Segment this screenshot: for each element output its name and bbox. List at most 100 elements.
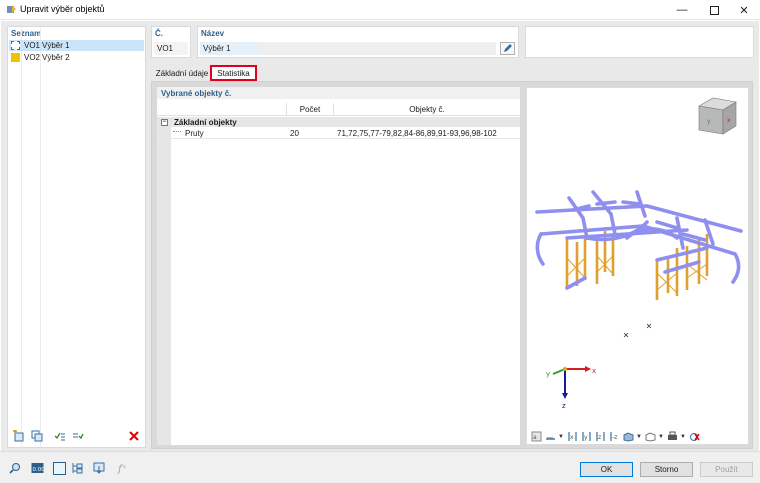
iso-view-dropdown[interactable]: ▼ (636, 431, 642, 443)
grid-caption: Vybrané objekty č. (157, 87, 520, 99)
delete-icon (129, 431, 139, 441)
view-z-icon: z (595, 432, 605, 441)
collapse-icon[interactable]: − (161, 118, 168, 126)
color-swatch (11, 53, 20, 62)
uncheck-all-button[interactable] (71, 429, 85, 443)
new-selection-button[interactable] (11, 429, 25, 443)
model-view[interactable]: y x x y z a ▼ x y z -z ▼ ▼ ▼ (526, 87, 749, 445)
edit-icon (504, 44, 512, 52)
wireframe-button[interactable] (644, 431, 656, 443)
table-row[interactable]: Pruty 20 71,72,75,77-79,82,84-86,89,91-9… (157, 128, 520, 138)
tab-statistics[interactable]: Statistika (210, 65, 257, 81)
svg-text:a: a (533, 434, 537, 441)
close-button[interactable]: ✕ (729, 0, 759, 20)
check-all-button[interactable] (53, 429, 67, 443)
list-toolbar (8, 425, 145, 447)
uncheck-list-icon (73, 433, 84, 440)
svg-text:x: x (570, 434, 574, 441)
view-x-button[interactable]: x (566, 431, 578, 443)
list-caption: Seznam (11, 29, 42, 38)
wireframe-dropdown[interactable]: ▼ (658, 431, 664, 443)
color-swatch (11, 41, 20, 50)
minimize-button[interactable]: — (667, 0, 697, 20)
row-count: 20 (290, 128, 299, 138)
comment-box[interactable] (525, 26, 754, 58)
view-cube-icon: y x (698, 97, 737, 135)
view-minus-z-icon: -z (609, 432, 617, 441)
ruler-icon (545, 437, 555, 440)
tree-icon (72, 463, 83, 474)
selection-list-panel: Seznam VO1 Výběr 1 VO2 Výběr 2 (7, 26, 146, 448)
delete-button[interactable] (127, 429, 141, 443)
view-z-button[interactable]: z (594, 431, 606, 443)
list-item[interactable]: VO2 Výběr 2 (9, 52, 144, 63)
render-icon: a (531, 431, 541, 442)
name-field[interactable]: Výběr 1 (200, 42, 496, 55)
cube-icon (645, 432, 655, 442)
row-objects: 71,72,75,77-79,82,84-86,89,91-93,96,98-1… (337, 128, 497, 138)
maximize-icon (709, 5, 719, 15)
cancel-button[interactable]: Storno (640, 462, 693, 477)
units-button[interactable]: 0.00 (30, 461, 44, 475)
check-list-icon (54, 432, 65, 441)
view-y-button[interactable]: y (580, 431, 592, 443)
apply-button[interactable]: Použít (700, 462, 753, 477)
print-dropdown[interactable]: ▼ (680, 431, 686, 443)
render-options-button[interactable]: a (530, 431, 542, 443)
bottom-bar: 0.00 fx OK Storno Použít (0, 451, 760, 483)
number-field[interactable]: VO1 (154, 42, 188, 55)
view-x-icon: x (567, 432, 577, 441)
view-minus-z-button[interactable]: -z (608, 431, 620, 443)
model-graphic: y x x y z (535, 97, 743, 410)
row-label-cell: Pruty (157, 129, 287, 138)
isometric-view-button[interactable] (622, 431, 634, 443)
view-toolbar: a ▼ x y z -z ▼ ▼ ▼ (530, 429, 747, 444)
minimize-icon: — (676, 4, 688, 16)
close-icon: ✕ (739, 4, 749, 17)
number-label: Č. (155, 29, 163, 38)
view-y-icon: y (581, 432, 591, 441)
color-button[interactable] (52, 461, 66, 475)
row-label: Pruty (185, 128, 204, 138)
tree-band (157, 127, 171, 445)
search-icon (9, 463, 20, 474)
statistics-panel: Vybrané objekty č. Počet Objekty č. − Zá… (151, 81, 753, 449)
svg-text:x: x (123, 464, 126, 470)
maximize-button[interactable] (699, 0, 729, 20)
print-button[interactable] (666, 431, 678, 443)
import-button[interactable] (92, 461, 106, 475)
svg-text:0.00: 0.00 (32, 467, 44, 473)
dialog-client: Seznam VO1 Výběr 1 VO2 Výběr 2 Č. VO1 Ná… (1, 21, 759, 451)
list-item-number: VO2 (24, 53, 41, 62)
statistics-grid: Vybrané objekty č. Počet Objekty č. − Zá… (157, 87, 520, 445)
edit-name-button[interactable] (500, 42, 515, 55)
name-group: Název Výběr 1 (197, 26, 519, 58)
svg-text:z: z (598, 434, 601, 441)
reset-icon (689, 433, 700, 441)
units-icon: 0.00 (31, 463, 44, 473)
group-row: − Základní objekty (157, 117, 520, 127)
iso-view-icon (623, 432, 633, 442)
svg-text:-z: -z (612, 434, 617, 441)
copy-selection-button[interactable] (30, 429, 44, 443)
copy-icon (31, 430, 43, 442)
svg-text:y: y (584, 434, 588, 441)
axis-y-label: y (546, 370, 550, 378)
tab-basic-data[interactable]: Základní údaje (153, 65, 211, 81)
list-item[interactable]: VO1 Výběr 1 (9, 40, 144, 51)
objects-button[interactable] (70, 461, 84, 475)
display-mode-dropdown[interactable]: ▼ (558, 431, 564, 443)
svg-text:y: y (707, 118, 711, 125)
window-title: Upravit výběr objektů (20, 4, 105, 14)
reset-view-button[interactable] (688, 431, 700, 443)
search-button[interactable] (8, 461, 22, 475)
number-group: Č. VO1 (151, 26, 191, 58)
axis-x-label: x (592, 367, 596, 375)
display-mode-button[interactable] (544, 431, 556, 443)
column-header (157, 103, 287, 116)
ok-button[interactable]: OK (580, 462, 633, 477)
formula-button[interactable]: fx (115, 461, 129, 475)
column-header-count: Počet (287, 103, 334, 116)
svg-text:x: x (727, 117, 731, 124)
list-item-name: Výběr 2 (42, 53, 70, 62)
